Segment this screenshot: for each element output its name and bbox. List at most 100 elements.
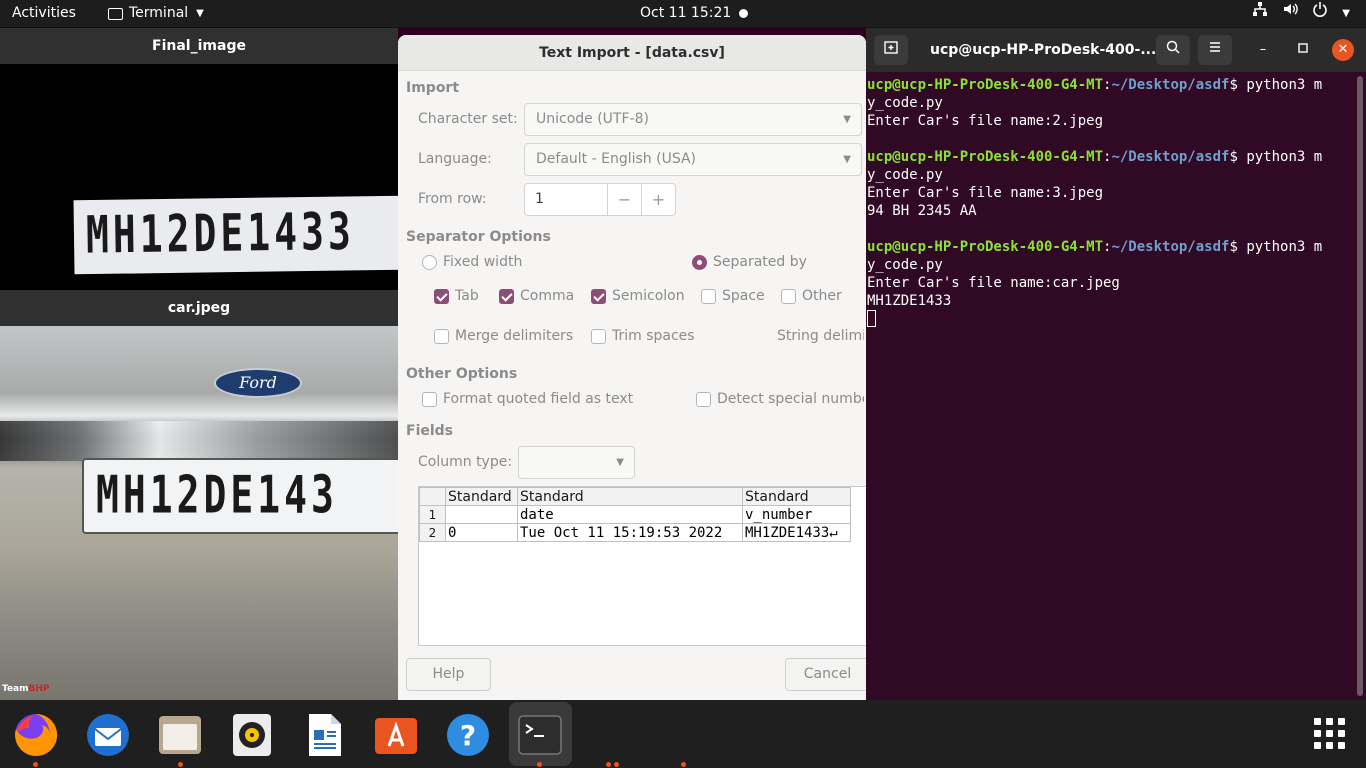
separated-by-radio[interactable]: Separated by <box>692 254 807 270</box>
other-options-heading: Other Options <box>406 366 518 382</box>
string-delimiter-label: String delimiter: <box>777 328 864 344</box>
help-icon[interactable]: ? <box>445 712 491 758</box>
network-icon[interactable] <box>1252 0 1268 27</box>
column-header[interactable]: Standard <box>517 487 743 506</box>
software-icon[interactable] <box>373 712 419 758</box>
thunderbird-icon[interactable] <box>85 712 131 758</box>
activities-button[interactable]: Activities <box>12 0 76 27</box>
show-apps-icon[interactable] <box>1314 718 1346 750</box>
files-icon[interactable] <box>157 712 203 758</box>
photo-watermark: TeamBHP <box>2 684 50 694</box>
notification-dot-icon <box>739 9 748 18</box>
cancel-button[interactable]: Cancel <box>785 658 870 691</box>
from-row-value[interactable]: 1 <box>535 184 544 215</box>
checkbox-icon <box>701 288 716 304</box>
checkbox-icon <box>591 328 606 344</box>
help-button[interactable]: Help <box>406 658 491 691</box>
top-bar: Activities Terminal ▼ Oct 11 15:21 ▼ <box>0 0 1366 27</box>
detect-special-label: Detect special numbers <box>717 391 864 407</box>
dialog-title[interactable]: Text Import - [data.csv] <box>398 35 866 71</box>
new-tab-button[interactable] <box>874 35 908 65</box>
detect-special-checkbox[interactable]: Detect special numbers <box>696 391 864 407</box>
close-button[interactable]: ✕ <box>1332 39 1354 61</box>
comma-checkbox[interactable]: Comma <box>499 288 574 304</box>
clock[interactable]: Oct 11 15:21 <box>640 0 731 27</box>
prompt-path: ~/Desktop/asdf <box>1111 77 1230 93</box>
writer-icon[interactable] <box>301 712 347 758</box>
language-label: Language: <box>418 151 492 167</box>
table-cell[interactable]: MH1ZDE1433↵ <box>742 523 851 542</box>
from-row-label: From row: <box>418 191 487 207</box>
system-tray[interactable]: ▼ <box>1252 0 1350 27</box>
dropdown-arrow-icon: ▼ <box>843 154 851 165</box>
table-cell[interactable]: Tue Oct 11 15:19:53 2022 <box>517 523 743 542</box>
comma-label: Comma <box>520 288 575 304</box>
terminal-output[interactable]: ucp@ucp-HP-ProDesk-400-G4-MT:~/Desktop/a… <box>867 76 1357 329</box>
checkbox-checked-icon <box>434 288 449 304</box>
radio-icon <box>422 254 437 270</box>
table-cell[interactable]: v_number <box>742 505 851 524</box>
decrement-button[interactable]: − <box>607 184 641 215</box>
format-quoted-checkbox[interactable]: Format quoted field as text <box>422 391 633 407</box>
column-type-select[interactable]: ▼ <box>518 446 635 479</box>
menu-button[interactable] <box>1198 35 1232 65</box>
tab-checkbox[interactable]: Tab <box>434 288 479 304</box>
table-cell[interactable]: date <box>517 505 743 524</box>
separated-by-label: Separated by <box>713 254 807 270</box>
table-cell[interactable] <box>445 505 518 524</box>
checkbox-checked-icon <box>499 288 514 304</box>
running-indicator <box>614 762 619 767</box>
from-row-spinner[interactable]: 1 − + <box>524 183 676 216</box>
app-menu[interactable]: Terminal ▼ <box>108 0 204 27</box>
radio-selected-icon <box>692 254 707 270</box>
terminal-cursor <box>867 310 876 327</box>
output-line: Enter Car's file name:2.jpeg <box>867 113 1104 129</box>
system-menu-caret-icon[interactable]: ▼ <box>1342 0 1350 27</box>
rhythmbox-icon[interactable] <box>229 712 275 758</box>
terminal-header-bar[interactable]: ucp@ucp-HP-ProDesk-400-... – ✕ <box>866 28 1366 72</box>
output-line: Enter Car's file name:car.jpeg <box>867 275 1120 291</box>
import-section-heading: Import <box>406 80 460 96</box>
ford-logo: Ford <box>214 368 302 398</box>
other-checkbox[interactable]: Other <box>781 288 842 304</box>
terminal-icon[interactable] <box>517 712 563 758</box>
trim-spaces-checkbox[interactable]: Trim spaces <box>591 328 695 344</box>
checkbox-icon <box>422 391 437 407</box>
semicolon-checkbox[interactable]: Semicolon <box>591 288 685 304</box>
search-button[interactable] <box>1156 35 1190 65</box>
command-text: $ python3 m <box>1229 149 1323 165</box>
terminal-scrollbar[interactable] <box>1357 76 1363 696</box>
prompt-user: ucp@ucp-HP-ProDesk-400-G4-MT <box>867 149 1104 165</box>
checkbox-icon <box>781 288 796 304</box>
detect-special-clip: Detect special numbers <box>696 391 864 411</box>
space-checkbox[interactable]: Space <box>701 288 765 304</box>
window-title[interactable]: Final_image <box>0 28 398 64</box>
merge-delimiters-label: Merge delimiters <box>455 328 574 344</box>
preview-table[interactable]: Standard Standard Standard 1 date v_numb… <box>418 486 868 646</box>
column-header[interactable]: Standard <box>445 487 518 506</box>
running-indicator <box>681 762 686 767</box>
power-icon[interactable] <box>1312 0 1328 27</box>
prompt-path: ~/Desktop/asdf <box>1111 239 1230 255</box>
maximize-button[interactable] <box>1292 39 1314 61</box>
charset-select[interactable]: Unicode (UTF-8) ▼ <box>524 103 862 136</box>
merge-delimiters-checkbox[interactable]: Merge delimiters <box>434 328 573 344</box>
increment-button[interactable]: + <box>641 184 675 215</box>
fixed-width-radio[interactable]: Fixed width <box>422 254 522 270</box>
column-header[interactable]: Standard <box>742 487 851 506</box>
watermark-brand: BHP <box>28 684 50 694</box>
row-number: 1 <box>419 505 446 524</box>
watermark-prefix: Team <box>2 684 29 694</box>
volume-icon[interactable] <box>1282 0 1299 27</box>
dock: ? <box>0 700 1366 768</box>
language-select[interactable]: Default - English (USA) ▼ <box>524 143 862 176</box>
minimize-button[interactable]: – <box>1252 39 1274 61</box>
caret-down-icon: ▼ <box>196 8 204 19</box>
window-title[interactable]: car.jpeg <box>0 290 398 326</box>
firefox-icon[interactable] <box>13 712 59 758</box>
terminal-window[interactable]: ucp@ucp-HP-ProDesk-400-... – ✕ ucp@ucp-H… <box>866 28 1366 700</box>
terminal-app-icon <box>108 7 123 20</box>
table-cell[interactable]: 0 <box>445 523 518 542</box>
format-quoted-label: Format quoted field as text <box>443 391 634 407</box>
running-indicator <box>33 762 38 767</box>
